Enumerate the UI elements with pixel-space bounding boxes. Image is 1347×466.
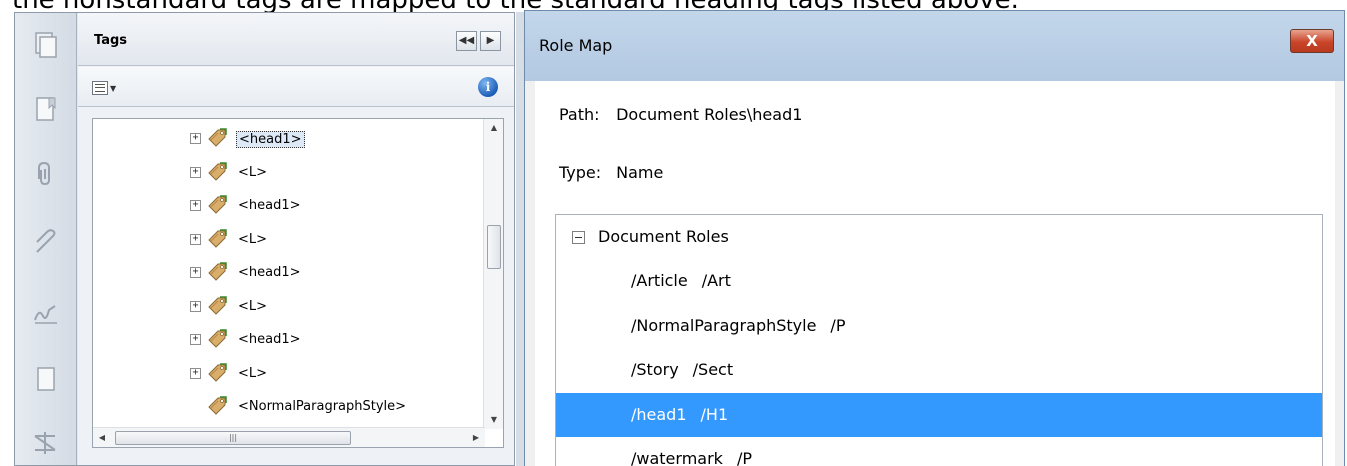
horizontal-scrollbar[interactable]: ◀ ||| ▶ — [93, 427, 485, 447]
navigation-rail — [15, 13, 77, 465]
role-mapping-label: /Story/Sect — [631, 360, 733, 379]
role-mapping-item[interactable]: /Story/Sect — [556, 348, 1322, 392]
tag-icon — [206, 395, 228, 417]
tags-icon[interactable] — [30, 427, 62, 459]
path-label: Path: — [559, 105, 600, 124]
tree-item[interactable]: + <head1> — [93, 257, 473, 290]
role-to: /H1 — [700, 404, 729, 424]
pages-icon[interactable] — [30, 29, 62, 61]
role-from: /head1 — [631, 404, 687, 424]
tree-item[interactable]: + <head1> — [93, 324, 473, 357]
role-mapping-label: /NormalParagraphStyle/P — [631, 316, 845, 335]
next-panel-button[interactable]: ▶ — [480, 31, 501, 51]
expand-icon[interactable]: + — [190, 133, 201, 144]
tag-icon — [206, 328, 228, 350]
expand-icon[interactable]: + — [190, 300, 201, 312]
tags-panel: Tags ◀◀ ▶ ▼ i <NormalParagraphStyle> + <L>… — [78, 13, 514, 465]
type-value: Name — [616, 163, 664, 182]
tag-icon — [206, 228, 228, 250]
path-value: Document Roles\head1 — [616, 105, 803, 124]
signature-icon[interactable] — [30, 297, 62, 329]
scroll-up-arrow[interactable]: ▲ — [484, 119, 503, 137]
tree-item-label: <head1> — [238, 265, 301, 280]
tree-item[interactable]: + <L> — [93, 291, 473, 324]
tag-icon — [206, 127, 228, 149]
expand-icon[interactable]: + — [190, 367, 201, 379]
type-field: Type: Name — [559, 163, 663, 182]
tree-item[interactable]: + <L> — [93, 157, 473, 190]
tree-item-label: <head1> — [236, 131, 305, 148]
tree-item-label: <NormalParagraphStyle> — [238, 399, 407, 414]
role-to: /Art — [701, 271, 731, 290]
vertical-scrollbar[interactable]: ▲ ▼ — [483, 119, 503, 429]
path-field: Path: Document Roles\head1 — [559, 105, 802, 124]
scroll-left-arrow[interactable]: ◀ — [93, 428, 111, 447]
pane-splitter[interactable] — [516, 12, 524, 466]
role-to: /P — [736, 449, 752, 466]
scroll-right-arrow[interactable]: ▶ — [467, 428, 485, 447]
dialog-title: Role Map — [539, 36, 613, 55]
navigation-pane: Tags ◀◀ ▶ ▼ i <NormalParagraphStyle> + <L>… — [14, 12, 515, 466]
bookmark-icon[interactable] — [30, 93, 62, 125]
tags-panel-title: Tags — [94, 33, 128, 48]
tree-item-label: <L> — [238, 298, 268, 314]
expand-icon[interactable]: + — [190, 334, 201, 345]
tree-item-label: <head1> — [238, 332, 301, 347]
role-mapping-label: /head1/H1 — [631, 405, 728, 424]
tree-item[interactable]: + <L> — [93, 224, 473, 257]
dialog-body: Path: Document Roles\head1 Type: Name Do… — [535, 81, 1335, 466]
role-to: /P — [830, 315, 846, 335]
tags-panel-header: Tags ◀◀ ▶ — [78, 13, 514, 66]
tags-tree[interactable]: <NormalParagraphStyle> + <L> + <head1> + <L> + <… — [92, 118, 504, 448]
role-from: /Article — [631, 271, 688, 290]
document-icon[interactable] — [30, 363, 62, 395]
role-mapping-item[interactable]: /Article/Art — [556, 259, 1322, 303]
attachment-icon[interactable] — [30, 158, 62, 190]
paperclip-icon[interactable] — [30, 227, 62, 259]
tag-icon — [206, 295, 228, 317]
roles-root-label: Document Roles — [598, 227, 729, 246]
role-from: /watermark — [631, 449, 723, 466]
collapse-icon[interactable] — [572, 231, 585, 244]
tree-item-label: <L> — [238, 164, 268, 180]
roles-root-item[interactable]: Document Roles — [556, 215, 1322, 259]
expand-icon[interactable]: + — [190, 267, 201, 278]
options-icon — [92, 81, 108, 95]
tree-item-label: <L> — [238, 231, 268, 247]
chevron-down-icon: ▼ — [110, 83, 117, 93]
vertical-scroll-thumb[interactable] — [487, 225, 501, 269]
role-mapping-item[interactable]: /watermark/P — [556, 437, 1322, 466]
tag-icon — [206, 161, 228, 183]
dialog-titlebar[interactable]: Role Map X — [525, 11, 1344, 81]
role-mapping-label: /Article/Art — [631, 271, 731, 290]
tree-item[interactable]: + <head1> — [93, 190, 473, 223]
tree-item-label: <L> — [238, 365, 268, 381]
options-menu-button[interactable]: ▼ — [92, 79, 122, 97]
tree-item[interactable]: + <head1> — [93, 123, 473, 156]
roles-list[interactable]: Document Roles /Article/Art/NormalParagr… — [555, 214, 1323, 466]
role-map-dialog: Role Map X Path: Document Roles\head1 Ty… — [524, 10, 1345, 466]
tags-toolbar: ▼ i — [78, 67, 514, 107]
horizontal-scroll-thumb[interactable]: ||| — [115, 431, 351, 445]
tag-icon — [206, 194, 228, 216]
role-mapping-item[interactable]: /head1/H1 — [556, 392, 1322, 437]
info-icon[interactable]: i — [478, 77, 498, 97]
role-to: /Sect — [692, 360, 734, 379]
expand-icon[interactable]: + — [190, 200, 201, 211]
role-mapping-item[interactable]: /NormalParagraphStyle/P — [556, 304, 1322, 348]
tree-item[interactable]: + <L> — [93, 358, 473, 391]
tag-icon — [206, 362, 228, 384]
tree-item-label: <head1> — [238, 198, 301, 213]
type-label: Type: — [559, 163, 602, 182]
scroll-down-arrow[interactable]: ▼ — [484, 411, 503, 429]
expand-icon[interactable]: + — [190, 166, 201, 178]
tree-item[interactable]: <NormalParagraphStyle> — [93, 391, 473, 424]
role-mapping-label: /watermark/P — [631, 449, 752, 466]
expand-icon[interactable]: + — [190, 233, 201, 245]
role-from: /Story — [631, 360, 679, 379]
role-from: /NormalParagraphStyle — [631, 315, 817, 335]
close-button[interactable]: X — [1290, 29, 1334, 53]
tag-icon — [206, 261, 228, 283]
collapse-panel-button[interactable]: ◀◀ — [456, 31, 477, 51]
